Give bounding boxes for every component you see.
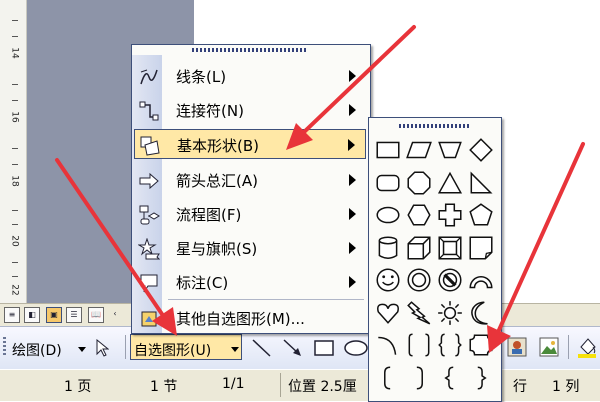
callouts-icon bbox=[140, 274, 158, 293]
shape-triangle-icon[interactable] bbox=[436, 169, 464, 197]
shape-lightning-bolt-icon[interactable] bbox=[405, 299, 433, 327]
shape-block-arc-icon[interactable] bbox=[467, 266, 495, 294]
autoshapes-label: 自选图形(U) bbox=[134, 343, 212, 359]
shape-moon-icon[interactable] bbox=[467, 299, 495, 327]
normal-view-button[interactable]: ≡ bbox=[4, 307, 20, 323]
shape-octagon-icon[interactable] bbox=[405, 169, 433, 197]
shape-right-bracket-icon[interactable] bbox=[405, 364, 433, 392]
ruler-label: 18 bbox=[9, 175, 20, 187]
insert-picture-icon[interactable] bbox=[538, 336, 560, 358]
basic-shapes-submenu bbox=[368, 117, 502, 402]
menu-item-connectors[interactable]: 连接符(N) bbox=[134, 95, 366, 125]
menu-item-more-autoshapes[interactable]: 其他自选图形(M)... bbox=[134, 303, 366, 333]
ruler-label: 20 bbox=[9, 235, 20, 247]
line-tool-icon[interactable] bbox=[250, 337, 274, 359]
shape-bevel-icon[interactable] bbox=[436, 234, 464, 262]
shape-arc-icon[interactable] bbox=[374, 331, 402, 359]
menu-item-label: 星与旗帜(S) bbox=[176, 240, 258, 258]
shape-donut-icon[interactable] bbox=[405, 266, 433, 294]
web-view-button[interactable]: ◧ bbox=[24, 307, 40, 323]
status-page: 1 页 bbox=[64, 379, 92, 395]
shape-rectangle-icon[interactable] bbox=[374, 136, 402, 164]
ruler-label: 22 bbox=[9, 284, 20, 296]
rectangle-tool-icon[interactable] bbox=[312, 337, 336, 359]
connectors-icon bbox=[139, 101, 159, 121]
menu-item-label: 箭头总汇(A) bbox=[176, 172, 258, 190]
shape-can-icon[interactable] bbox=[374, 234, 402, 262]
submenu-arrow-icon bbox=[348, 139, 355, 151]
menu-item-label: 标注(C) bbox=[176, 274, 229, 292]
shape-heart-icon[interactable] bbox=[374, 299, 402, 327]
shape-double-bracket-icon[interactable] bbox=[405, 331, 433, 359]
submenu-arrow-icon bbox=[349, 276, 356, 288]
menu-item-stars-banners[interactable]: 星与旗帜(S) bbox=[134, 233, 366, 263]
shape-smiley-face-icon[interactable] bbox=[374, 266, 402, 294]
status-page-of: 1/1 bbox=[222, 376, 245, 392]
status-position: 位置 2.5厘 bbox=[288, 379, 357, 395]
draw-menu-button[interactable]: 绘图(D) bbox=[12, 340, 62, 360]
block-arrows-icon bbox=[139, 172, 159, 190]
menu-drag-handle[interactable] bbox=[192, 48, 308, 52]
outline-view-button[interactable]: ☰ bbox=[66, 307, 82, 323]
status-bar: 1 页 1 节 1/1 位置 2.5厘 行 1 列 bbox=[0, 369, 600, 401]
menu-item-lines[interactable]: 线条(L) bbox=[134, 61, 366, 91]
shape-no-symbol-icon[interactable] bbox=[436, 266, 464, 294]
stars-banners-icon bbox=[138, 238, 160, 260]
shape-trapezoid-icon[interactable] bbox=[436, 136, 464, 164]
ruler-label: 16 bbox=[9, 111, 20, 123]
menu-item-label: 流程图(F) bbox=[176, 206, 242, 224]
shape-rounded-rectangle-icon[interactable] bbox=[374, 169, 402, 197]
submenu-arrow-icon bbox=[349, 174, 356, 186]
shape-pentagon-icon[interactable] bbox=[467, 201, 495, 229]
clip-art-icon[interactable] bbox=[506, 336, 528, 358]
shape-cube-icon[interactable] bbox=[405, 234, 433, 262]
menu-item-flowchart[interactable]: 流程图(F) bbox=[134, 199, 366, 229]
status-column: 1 列 bbox=[552, 379, 580, 395]
submenu-drag-handle[interactable] bbox=[399, 124, 469, 128]
more-autoshapes-icon bbox=[141, 311, 157, 327]
submenu-arrow-icon bbox=[349, 104, 356, 116]
shape-double-brace-icon[interactable] bbox=[436, 331, 464, 359]
shape-cross-icon[interactable] bbox=[436, 201, 464, 229]
chevron-down-icon bbox=[231, 347, 239, 352]
menu-item-label: 线条(L) bbox=[176, 68, 227, 86]
shape-ellipse-icon[interactable] bbox=[374, 201, 402, 229]
vertical-ruler: 14 16 18 20 22 bbox=[0, 0, 27, 305]
shape-right-triangle-icon[interactable] bbox=[467, 169, 495, 197]
menu-item-block-arrows[interactable]: 箭头总汇(A) bbox=[134, 165, 366, 195]
select-objects-icon[interactable] bbox=[95, 339, 109, 357]
menu-item-callouts[interactable]: 标注(C) bbox=[134, 267, 366, 297]
fill-color-icon[interactable] bbox=[576, 335, 598, 359]
arrow-tool-icon[interactable] bbox=[281, 337, 305, 359]
menu-item-label: 其他自选图形(M)... bbox=[176, 310, 305, 328]
menu-item-label: 连接符(N) bbox=[176, 102, 244, 120]
basic-shapes-icon bbox=[140, 136, 160, 156]
autoshapes-menu: 线条(L) 连接符(N) 基本形状(B) 箭头总汇(A) 流程图(F) 星与旗帜… bbox=[131, 44, 371, 334]
print-layout-view-button[interactable]: ▣ bbox=[46, 307, 62, 323]
scroll-left-icon[interactable]: ‹ bbox=[108, 307, 122, 321]
shape-parallelogram-icon[interactable] bbox=[405, 136, 433, 164]
shape-plaque-icon[interactable] bbox=[467, 331, 495, 359]
chevron-down-icon bbox=[78, 347, 86, 352]
oval-tool-icon[interactable] bbox=[343, 337, 369, 359]
status-line: 行 bbox=[513, 379, 527, 395]
shape-right-brace-icon[interactable] bbox=[467, 364, 495, 392]
shape-hexagon-icon[interactable] bbox=[405, 201, 433, 229]
menu-item-basic-shapes[interactable]: 基本形状(B) bbox=[134, 129, 366, 159]
flowchart-icon bbox=[139, 205, 160, 225]
shape-folded-corner-icon[interactable] bbox=[467, 234, 495, 262]
submenu-arrow-icon bbox=[349, 242, 356, 254]
shape-sun-icon[interactable] bbox=[436, 299, 464, 327]
status-section: 1 节 bbox=[150, 379, 178, 395]
ruler-label: 14 bbox=[9, 47, 20, 59]
menu-item-label: 基本形状(B) bbox=[177, 137, 259, 155]
shape-diamond-icon[interactable] bbox=[467, 136, 495, 164]
shape-left-brace-icon[interactable] bbox=[436, 364, 464, 392]
toolbar-grip[interactable] bbox=[3, 337, 6, 357]
lines-icon bbox=[140, 69, 158, 85]
submenu-arrow-icon bbox=[349, 70, 356, 82]
reading-view-button[interactable]: 📖 bbox=[88, 307, 104, 323]
shape-left-bracket-icon[interactable] bbox=[374, 364, 402, 392]
submenu-arrow-icon bbox=[349, 208, 356, 220]
